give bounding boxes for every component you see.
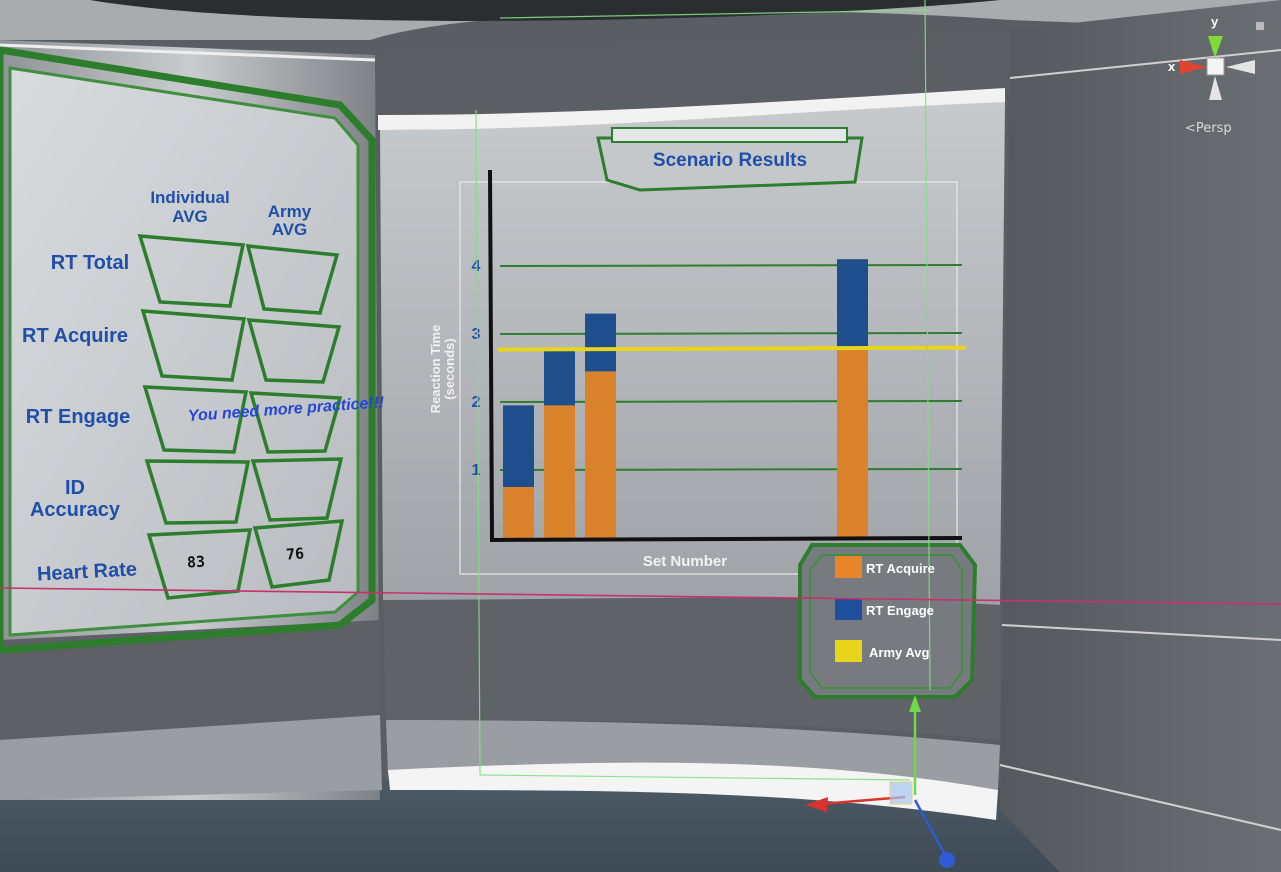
- col-header-army-l1: Army: [267, 202, 312, 221]
- bar-rt-acquire: [837, 347, 868, 538]
- gizmo-lock-icon: [1256, 22, 1264, 30]
- bar-rt-engage: [837, 259, 868, 348]
- legend-swatch-engage: [835, 598, 862, 620]
- heart-rate-individual-value: 83: [186, 552, 206, 572]
- y-tick-label: 1: [472, 462, 481, 479]
- bar-rt-engage: [585, 313, 616, 372]
- persp-icon: <: [1185, 121, 1196, 136]
- bar-rt-acquire: [503, 487, 534, 538]
- y-tick-label: 3: [472, 326, 481, 343]
- chart-xlabel: Set Number: [642, 553, 728, 570]
- gizmo-y-label: y: [1211, 14, 1219, 29]
- unity-scene-view[interactable]: 1 2 3 4: [0, 0, 1281, 872]
- legend-label-army: Army Avg: [869, 645, 930, 660]
- bar-rt-engage: [544, 351, 575, 406]
- col-header-individual: Individual AVG: [135, 188, 245, 226]
- legend-swatch-acquire: [835, 556, 862, 578]
- bar-rt-engage: [503, 405, 534, 487]
- col-header-army: Army AVG: [252, 203, 327, 239]
- chart-ylabel: Reaction Time (seconds): [428, 324, 457, 414]
- x-axis: [489, 536, 963, 542]
- gizmo-center-cube: [1206, 57, 1225, 76]
- gizmo-x-label: x: [1168, 59, 1176, 74]
- heart-rate-army-value: 76: [285, 544, 305, 564]
- army-avg-line: [497, 345, 967, 352]
- persp-label: Persp: [1195, 121, 1232, 136]
- col-header-army-l2: AVG: [271, 220, 308, 239]
- right-wall: [1000, 0, 1281, 872]
- legend-label-engage: RT Engage: [866, 603, 934, 618]
- row-label-id-accuracy: ID Accuracy: [15, 477, 135, 521]
- projection-toggle[interactable]: <Persp: [1185, 121, 1232, 136]
- row-label-rt-acquire: RT Acquire: [22, 325, 128, 347]
- y-axis: [488, 169, 494, 541]
- gridline: [499, 332, 963, 335]
- row-label-rt-total: RT Total: [50, 252, 130, 274]
- bar-rt-acquire: [544, 405, 575, 538]
- col-header-individual-l1: Individual: [150, 188, 230, 207]
- y-tick-label: 4: [472, 258, 481, 275]
- bar-rt-acquire: [585, 371, 616, 538]
- col-header-individual-l2: AVG: [172, 207, 208, 226]
- row-label-id-accuracy-l1: ID: [65, 477, 85, 499]
- chart-title: Scenario Results: [652, 150, 808, 171]
- legend-swatch-army: [835, 640, 862, 662]
- gridline: [499, 264, 963, 267]
- y-tick-label: 2: [472, 394, 481, 411]
- row-label-id-accuracy-l2: Accuracy: [29, 499, 121, 521]
- row-label-rt-engage: RT Engage: [25, 406, 131, 428]
- legend-label-acquire: RT Acquire: [866, 561, 935, 576]
